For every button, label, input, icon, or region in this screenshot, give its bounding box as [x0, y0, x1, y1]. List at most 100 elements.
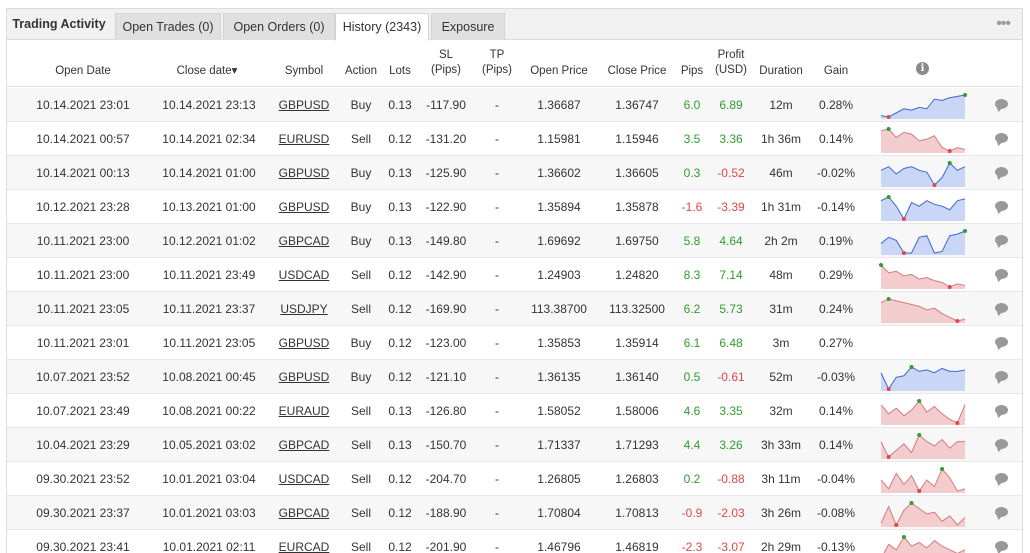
- close-price-cell: 1.71293: [615, 438, 659, 452]
- header-lots[interactable]: Lots: [385, 64, 415, 79]
- close-price-cell: 1.69750: [615, 234, 659, 248]
- symbol-link[interactable]: GBPUSD: [277, 360, 331, 394]
- open-date-cell: 10.07.2021 23:52: [36, 370, 130, 384]
- header-sl[interactable]: SL (Pips): [421, 48, 471, 78]
- header-symbol[interactable]: Symbol: [277, 64, 331, 79]
- comment-button[interactable]: [995, 462, 1009, 496]
- comment-button[interactable]: [995, 122, 1009, 156]
- symbol-link[interactable]: GBPUSD: [277, 326, 331, 360]
- comment-button[interactable]: [995, 88, 1009, 122]
- action-cell: Sell: [350, 540, 371, 553]
- table-row[interactable]: 10.12.2021 23:28 10.13.2021 01:00 GBPUSD Bu…: [7, 190, 1022, 224]
- comment-button[interactable]: [995, 394, 1009, 428]
- comment-button[interactable]: [995, 326, 1009, 360]
- header-close-price[interactable]: Close Price: [603, 64, 671, 79]
- open-price-cell: 1.71337: [537, 438, 581, 452]
- tp-cell: -: [495, 200, 499, 214]
- header-open-price[interactable]: Open Price: [525, 64, 593, 79]
- header-open-date[interactable]: Open Date: [43, 64, 123, 79]
- tab-open-trades[interactable]: Open Trades (0): [115, 13, 221, 40]
- sparkline-area: [881, 197, 965, 221]
- open-date-cell: 10.14.2021 00:13: [36, 166, 130, 180]
- symbol-link[interactable]: GBPUSD: [277, 88, 331, 122]
- tp-cell: -: [495, 540, 499, 553]
- header-duration[interactable]: Duration: [755, 64, 807, 79]
- header-profit[interactable]: Profit (USD): [709, 48, 753, 78]
- tab-exposure[interactable]: Exposure: [431, 13, 505, 40]
- header-tp[interactable]: TP (Pips): [473, 48, 521, 78]
- profit-cell: -0.88: [717, 472, 745, 486]
- sparkline-high-dot: [901, 535, 906, 539]
- lots-cell: 0.12: [388, 540, 412, 553]
- comment-button[interactable]: [995, 360, 1009, 394]
- comment-button[interactable]: [995, 428, 1009, 462]
- comment-button[interactable]: [995, 224, 1009, 258]
- pips-cell: 6.0: [683, 98, 701, 112]
- table-row[interactable]: 10.14.2021 23:01 10.14.2021 23:13 GBPUSD Bu…: [7, 88, 1022, 122]
- trade-sparkline: [879, 229, 967, 255]
- sparkline-svg: [883, 535, 966, 553]
- close-price-cell: 1.15946: [615, 132, 659, 146]
- symbol-link[interactable]: GBPCAD: [277, 496, 331, 530]
- symbol-link[interactable]: GBPCAD: [277, 224, 331, 258]
- table-row[interactable]: 10.07.2021 23:49 10.08.2021 00:22 EURAUD Se…: [7, 394, 1022, 428]
- sparkline-area: [881, 401, 965, 425]
- sl-cell: -169.90: [425, 302, 467, 316]
- header-gain[interactable]: Gain: [813, 64, 859, 79]
- symbol-link[interactable]: GBPUSD: [277, 156, 331, 190]
- symbol-link[interactable]: USDCAD: [277, 258, 331, 292]
- gain-cell: 0.29%: [818, 268, 854, 282]
- lots-cell: 0.13: [388, 166, 412, 180]
- header-action[interactable]: Action: [339, 64, 383, 79]
- profit-cell: -3.39: [717, 200, 745, 214]
- table-row[interactable]: 10.11.2021 23:01 10.11.2021 23:05 GBPUSD Bu…: [7, 326, 1022, 360]
- comment-button[interactable]: [995, 190, 1009, 224]
- comment-icon: [995, 337, 1008, 347]
- table-row[interactable]: 10.04.2021 23:29 10.05.2021 03:02 GBPCAD Se…: [7, 428, 1022, 462]
- header-pips[interactable]: Pips: [677, 64, 707, 79]
- table-row[interactable]: 10.14.2021 00:13 10.14.2021 01:00 GBPUSD Bu…: [7, 156, 1022, 190]
- tab-history[interactable]: History (2343): [335, 13, 429, 41]
- tp-cell: -: [495, 472, 499, 486]
- comment-button[interactable]: [995, 530, 1009, 553]
- trade-sparkline: [879, 93, 967, 119]
- symbol-link[interactable]: EURUSD: [277, 122, 331, 156]
- tab-trading-activity[interactable]: Trading Activity: [7, 9, 111, 40]
- comment-button[interactable]: [995, 156, 1009, 190]
- header-close-date[interactable]: Close date▾: [167, 64, 247, 79]
- sparkline-low-dot: [886, 455, 891, 459]
- table-row[interactable]: 09.30.2021 23:41 10.01.2021 02:11 EURCAD Se…: [7, 530, 1022, 553]
- symbol-link[interactable]: EURCAD: [277, 530, 331, 553]
- more-dots-icon[interactable]: •••: [996, 15, 1011, 33]
- lots-cell: 0.12: [388, 370, 412, 384]
- table-row[interactable]: 10.11.2021 23:00 10.11.2021 23:49 USDCAD Se…: [7, 258, 1022, 292]
- table-row[interactable]: 09.30.2021 23:37 10.01.2021 03:03 GBPCAD Se…: [7, 496, 1022, 530]
- pips-cell: 0.2: [683, 472, 701, 486]
- table-row[interactable]: 10.11.2021 23:05 10.11.2021 23:37 USDJPY Se…: [7, 292, 1022, 326]
- open-price-cell: 113.38700: [531, 302, 587, 316]
- sparkline-svg: [879, 263, 966, 289]
- tp-cell: -: [495, 234, 499, 248]
- symbol-link[interactable]: USDJPY: [277, 292, 331, 326]
- tab-open-orders[interactable]: Open Orders (0): [223, 13, 335, 40]
- sparkline-svg: [880, 229, 967, 255]
- symbol-link[interactable]: GBPUSD: [277, 190, 331, 224]
- sparkline-low-dot: [886, 115, 891, 119]
- table-row[interactable]: 10.14.2021 00:57 10.14.2021 02:34 EURUSD Se…: [7, 122, 1022, 156]
- open-price-cell: 1.36687: [537, 98, 581, 112]
- comment-button[interactable]: [995, 292, 1009, 326]
- sl-cell: -201.90: [425, 540, 467, 553]
- duration-cell: 32m: [769, 404, 793, 418]
- symbol-link[interactable]: GBPCAD: [277, 428, 331, 462]
- symbol-link[interactable]: USDCAD: [277, 462, 331, 496]
- table-row[interactable]: 10.07.2021 23:52 10.08.2021 00:45 GBPUSD Bu…: [7, 360, 1022, 394]
- symbol-link[interactable]: EURAUD: [277, 394, 331, 428]
- comment-button[interactable]: [995, 258, 1009, 292]
- action-cell: Sell: [350, 472, 371, 486]
- table-row[interactable]: 09.30.2021 23:52 10.01.2021 03:04 USDCAD Se…: [7, 462, 1022, 496]
- table-row[interactable]: 10.11.2021 23:00 10.12.2021 01:02 GBPCAD Bu…: [7, 224, 1022, 258]
- close-date-cell: 10.08.2021 00:22: [162, 404, 256, 418]
- comment-button[interactable]: [995, 496, 1009, 530]
- gain-cell: -0.14%: [816, 200, 856, 214]
- info-icon[interactable]: i: [916, 62, 929, 75]
